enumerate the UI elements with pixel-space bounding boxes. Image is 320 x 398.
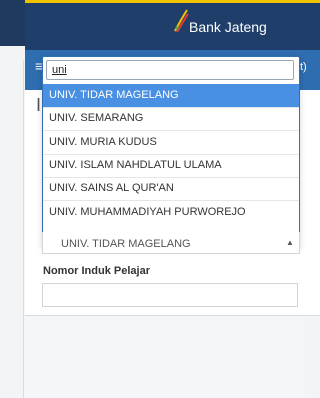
nis-label: Nomor Induk Pelajar [43, 265, 150, 277]
dropdown-option[interactable]: UNIV. MUHAMMADIYAH PURWOREJO [43, 201, 299, 224]
dropdown-option[interactable]: UNIV. TIDAR MAGELANG [43, 84, 299, 107]
chevron-up-icon: ▲ [286, 238, 294, 247]
dropdown-option[interactable]: UNIV. SEMARANG [43, 107, 299, 130]
nav-right-fragment: t) [300, 61, 307, 73]
background-pane-left [0, 0, 25, 398]
nis-input[interactable] [42, 283, 298, 307]
dropdown-option[interactable]: UNIV. MURIA KUDUS [43, 131, 299, 154]
dropdown-search-input[interactable] [46, 60, 294, 80]
bank-jateng-logo-icon [174, 9, 189, 33]
background-header-left [0, 0, 25, 46]
dropdown-option[interactable]: UNIV. SAINS AL QUR'AN [43, 177, 299, 200]
background-divider [23, 60, 24, 398]
bottom-divider [25, 315, 320, 316]
dropdown-option[interactable]: UNIV. ISLAM NAHDLATUL ULAMA [43, 154, 299, 177]
brand-name: Bank Jateng [189, 19, 267, 35]
select-value: UNIV. TIDAR MAGELANG [61, 238, 191, 250]
